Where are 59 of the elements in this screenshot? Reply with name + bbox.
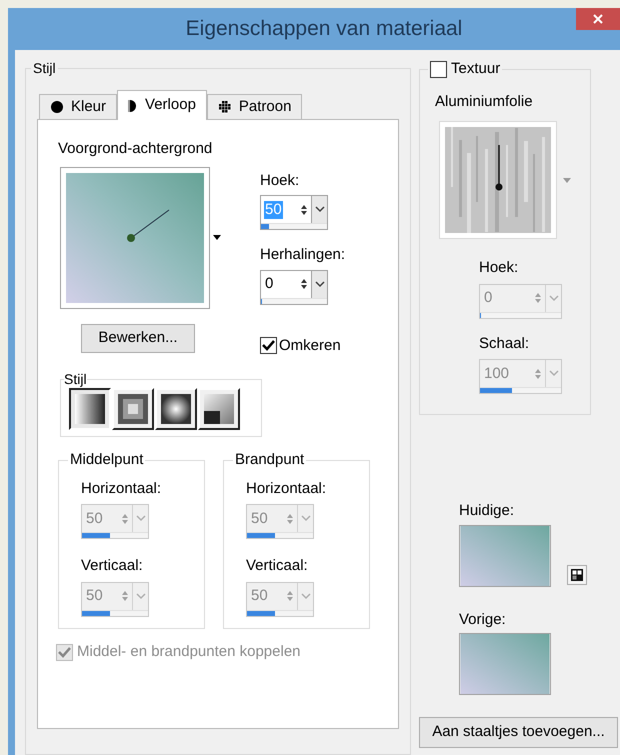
gradient-style-icon [201,391,237,427]
spinner-arrows-icon[interactable] [299,277,309,291]
dropdown-arrow-icon[interactable] [213,235,221,240]
window-title: Eigenschappen van materiaal [184,16,462,42]
swatch-label: Huidige: [459,501,516,521]
field-label: Verticaal: [246,556,309,576]
checkmark-icon [58,646,71,658]
field-label: Horizontaal: [246,478,328,498]
tab[interactable]: Verloop [117,90,207,120]
field-label: Schaal: [479,334,530,354]
spin-field[interactable]: 50 [260,195,328,230]
close-icon [593,14,603,24]
gradient-name: Voorgrond-achtergrond [58,139,214,159]
chevron-down-icon [314,280,324,288]
gradient-style-icon [72,391,108,427]
group-label: Stijl [32,59,57,78]
level-track[interactable] [261,223,327,229]
checkbox[interactable] [430,60,447,78]
texture-name: Aluminiumfolie [435,92,534,112]
tab[interactable]: Kleur [39,94,118,119]
chevron-down-icon [300,592,310,600]
gradient-style-button[interactable] [69,388,111,430]
edit-button[interactable]: Bewerken... [81,324,195,352]
chevron-down-icon [314,206,324,213]
swatch-options-button[interactable] [567,564,587,584]
gradient-style-icon [158,391,194,427]
spin-field[interactable]: 0 [260,270,328,304]
chevron-down-icon [136,592,146,600]
field-label: Verticaal: [81,556,144,576]
gradient-preview[interactable] [66,172,204,302]
checkbox-label: Omkeren [279,336,341,356]
checkbox[interactable] [260,337,277,354]
circle-icon [50,100,64,114]
checkmark-icon [262,340,275,352]
field-label: Herhalingen: [260,245,346,265]
chevron-down-icon [548,294,558,302]
field-label: Horizontaal: [81,478,162,498]
spinner-arrows-icon[interactable] [299,202,309,216]
add-swatch-button[interactable]: Aan staaltjes toevoegen... [419,717,618,748]
chevron-down-icon [548,370,558,377]
dropdown-button[interactable] [311,270,327,298]
dropdown-button[interactable] [311,196,327,223]
group-label: Middelpunt [69,450,144,470]
tab[interactable]: Patroon [206,94,302,119]
close-button[interactable] [576,8,620,30]
texture-preview[interactable] [445,127,551,233]
group-label: Stijl [64,370,87,389]
dotted-grid-icon [218,100,232,114]
checkbox-label: Middel- en brandpunten koppelen [77,642,300,662]
gradient-style-icon [115,391,151,427]
swatch-label: Vorige: [459,610,507,630]
group-label: Brandpunt [234,450,306,470]
grid-icon [571,568,583,580]
level-track[interactable] [261,298,327,304]
field-label: Hoek: [260,170,300,190]
field-label: Hoek: [479,258,520,278]
chevron-down-icon [136,515,146,522]
checkbox-label: Textuur [451,59,500,79]
chevron-down-icon [300,515,310,522]
